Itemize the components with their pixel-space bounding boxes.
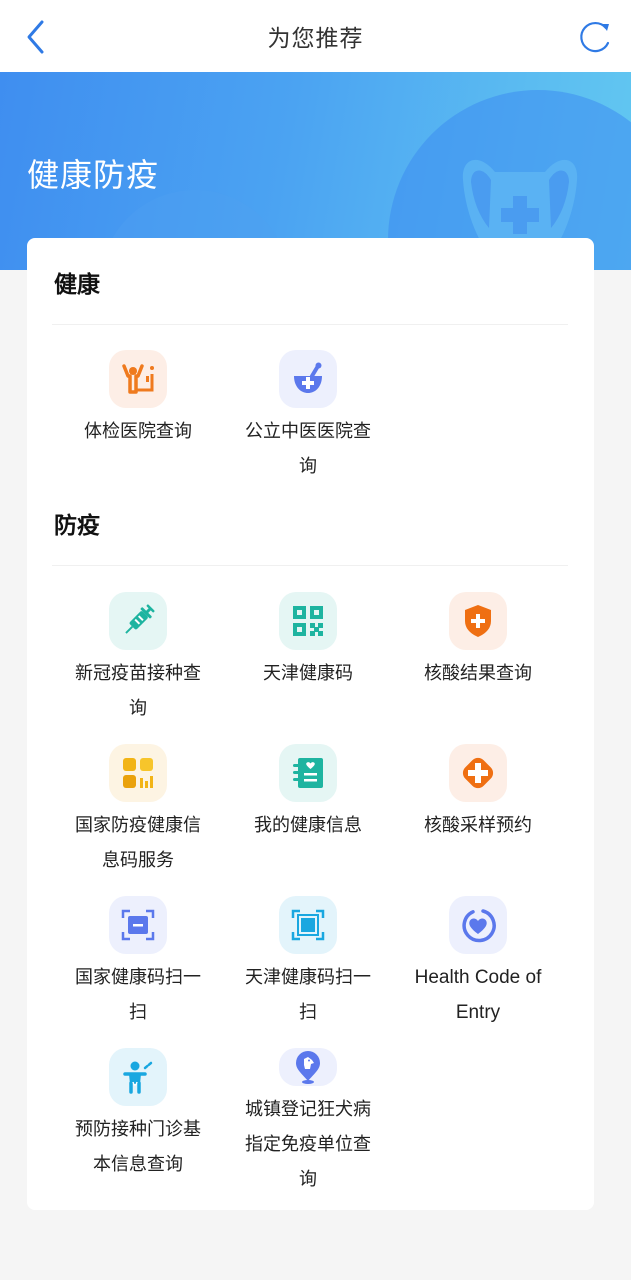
epidemic-grid: 新冠疫苗接种查询 天津健康码 核酸结果查询 国家防疫健康信息码服务 我的健康信息… [53, 592, 563, 1190]
service-item-vaccination-clinic-info[interactable]: 预防接种门诊基本信息查询 [53, 1048, 223, 1189]
plus-diamond-icon [462, 757, 494, 789]
service-item-label: 国家健康码扫一扫 [75, 967, 201, 1023]
plus-diamond-tile [449, 744, 507, 802]
service-item-label: 核酸结果查询 [424, 663, 532, 684]
section-title-epidemic: 防疫 [54, 513, 100, 539]
child-vaccine-icon [123, 1061, 153, 1094]
section-title-health: 健康 [54, 272, 100, 298]
service-item-label: 天津健康码 [263, 663, 353, 684]
shield-plus-tile [449, 592, 507, 650]
heart-ring-tile [449, 896, 507, 954]
service-item-label: 公立中医医院查询 [245, 421, 371, 477]
service-item-label: 预防接种门诊基本信息查询 [75, 1119, 201, 1175]
syringe-icon [125, 604, 155, 634]
health-notebook-tile [279, 744, 337, 802]
service-item-label: Health Code of Entry [414, 967, 542, 1023]
scan-square-tile [279, 896, 337, 954]
back-button[interactable] [18, 16, 58, 56]
heart-ring-icon [462, 909, 496, 943]
service-item-nucleic-acid-result[interactable]: 核酸结果查询 [393, 592, 563, 733]
service-item-public-tcm-hospital[interactable]: 公立中医医院查询 [223, 350, 393, 484]
page-title: 为您推荐 [267, 26, 364, 52]
services-card: 健康 体检医院查询 公立中医医院查询 防疫 新冠疫苗接种查询 天津健康码 核酸结… [27, 238, 594, 1210]
qr-code-icon [293, 606, 323, 636]
mortar-pestle-tile [279, 350, 337, 408]
service-item-national-code-scan[interactable]: 国家健康码扫一扫 [53, 896, 223, 1037]
section-divider [52, 565, 568, 566]
mortar-pestle-icon [294, 362, 322, 393]
dog-location-pin-icon [296, 1051, 320, 1084]
service-item-label: 城镇登记狂犬病指定免疫单位查询 [245, 1099, 371, 1190]
refresh-icon [580, 21, 610, 53]
scan-frame-tile [109, 896, 167, 954]
syringe-tile [109, 592, 167, 650]
service-item-label: 核酸采样预约 [424, 815, 532, 836]
banner-title: 健康防疫 [27, 156, 160, 194]
nav-bar: 为您推荐 [0, 0, 631, 72]
section-divider [52, 324, 568, 325]
app-grid-icon [123, 758, 153, 788]
service-item-physical-exam-hospital[interactable]: 体检医院查询 [53, 350, 223, 484]
app-grid-tile [109, 744, 167, 802]
service-item-label: 国家防疫健康信息码服务 [75, 815, 201, 871]
service-item-my-health-info[interactable]: 我的健康信息 [223, 744, 393, 885]
service-item-nucleic-acid-booking[interactable]: 核酸采样预约 [393, 744, 563, 885]
service-item-label: 体检医院查询 [84, 421, 192, 442]
service-item-national-health-code-service[interactable]: 国家防疫健康信息码服务 [53, 744, 223, 885]
dog-location-pin-tile [279, 1048, 337, 1086]
physical-exam-icon [122, 364, 154, 394]
scan-frame-icon [121, 909, 155, 941]
service-item-rabies-immunization-unit[interactable]: 城镇登记狂犬病指定免疫单位查询 [223, 1048, 393, 1190]
service-item-tianjin-code-scan[interactable]: 天津健康码扫一扫 [223, 896, 393, 1037]
service-item-tianjin-health-code[interactable]: 天津健康码 [223, 592, 393, 733]
service-item-covid-vaccine-query[interactable]: 新冠疫苗接种查询 [53, 592, 223, 733]
shield-plus-icon [465, 605, 491, 637]
qr-code-tile [279, 592, 337, 650]
service-item-label: 我的健康信息 [254, 815, 362, 836]
refresh-button[interactable] [575, 16, 615, 56]
service-item-label: 天津健康码扫一扫 [245, 967, 371, 1023]
service-item-label: 新冠疫苗接种查询 [75, 663, 201, 719]
health-notebook-icon [293, 758, 323, 788]
scan-square-icon [291, 909, 325, 941]
chevron-left-icon [27, 20, 44, 54]
child-vaccine-tile [109, 1048, 167, 1106]
health-grid: 体检医院查询 公立中医医院查询 [53, 350, 563, 484]
physical-exam-tile [109, 350, 167, 408]
service-item-health-code-of-entry[interactable]: Health Code of Entry [393, 896, 563, 1037]
